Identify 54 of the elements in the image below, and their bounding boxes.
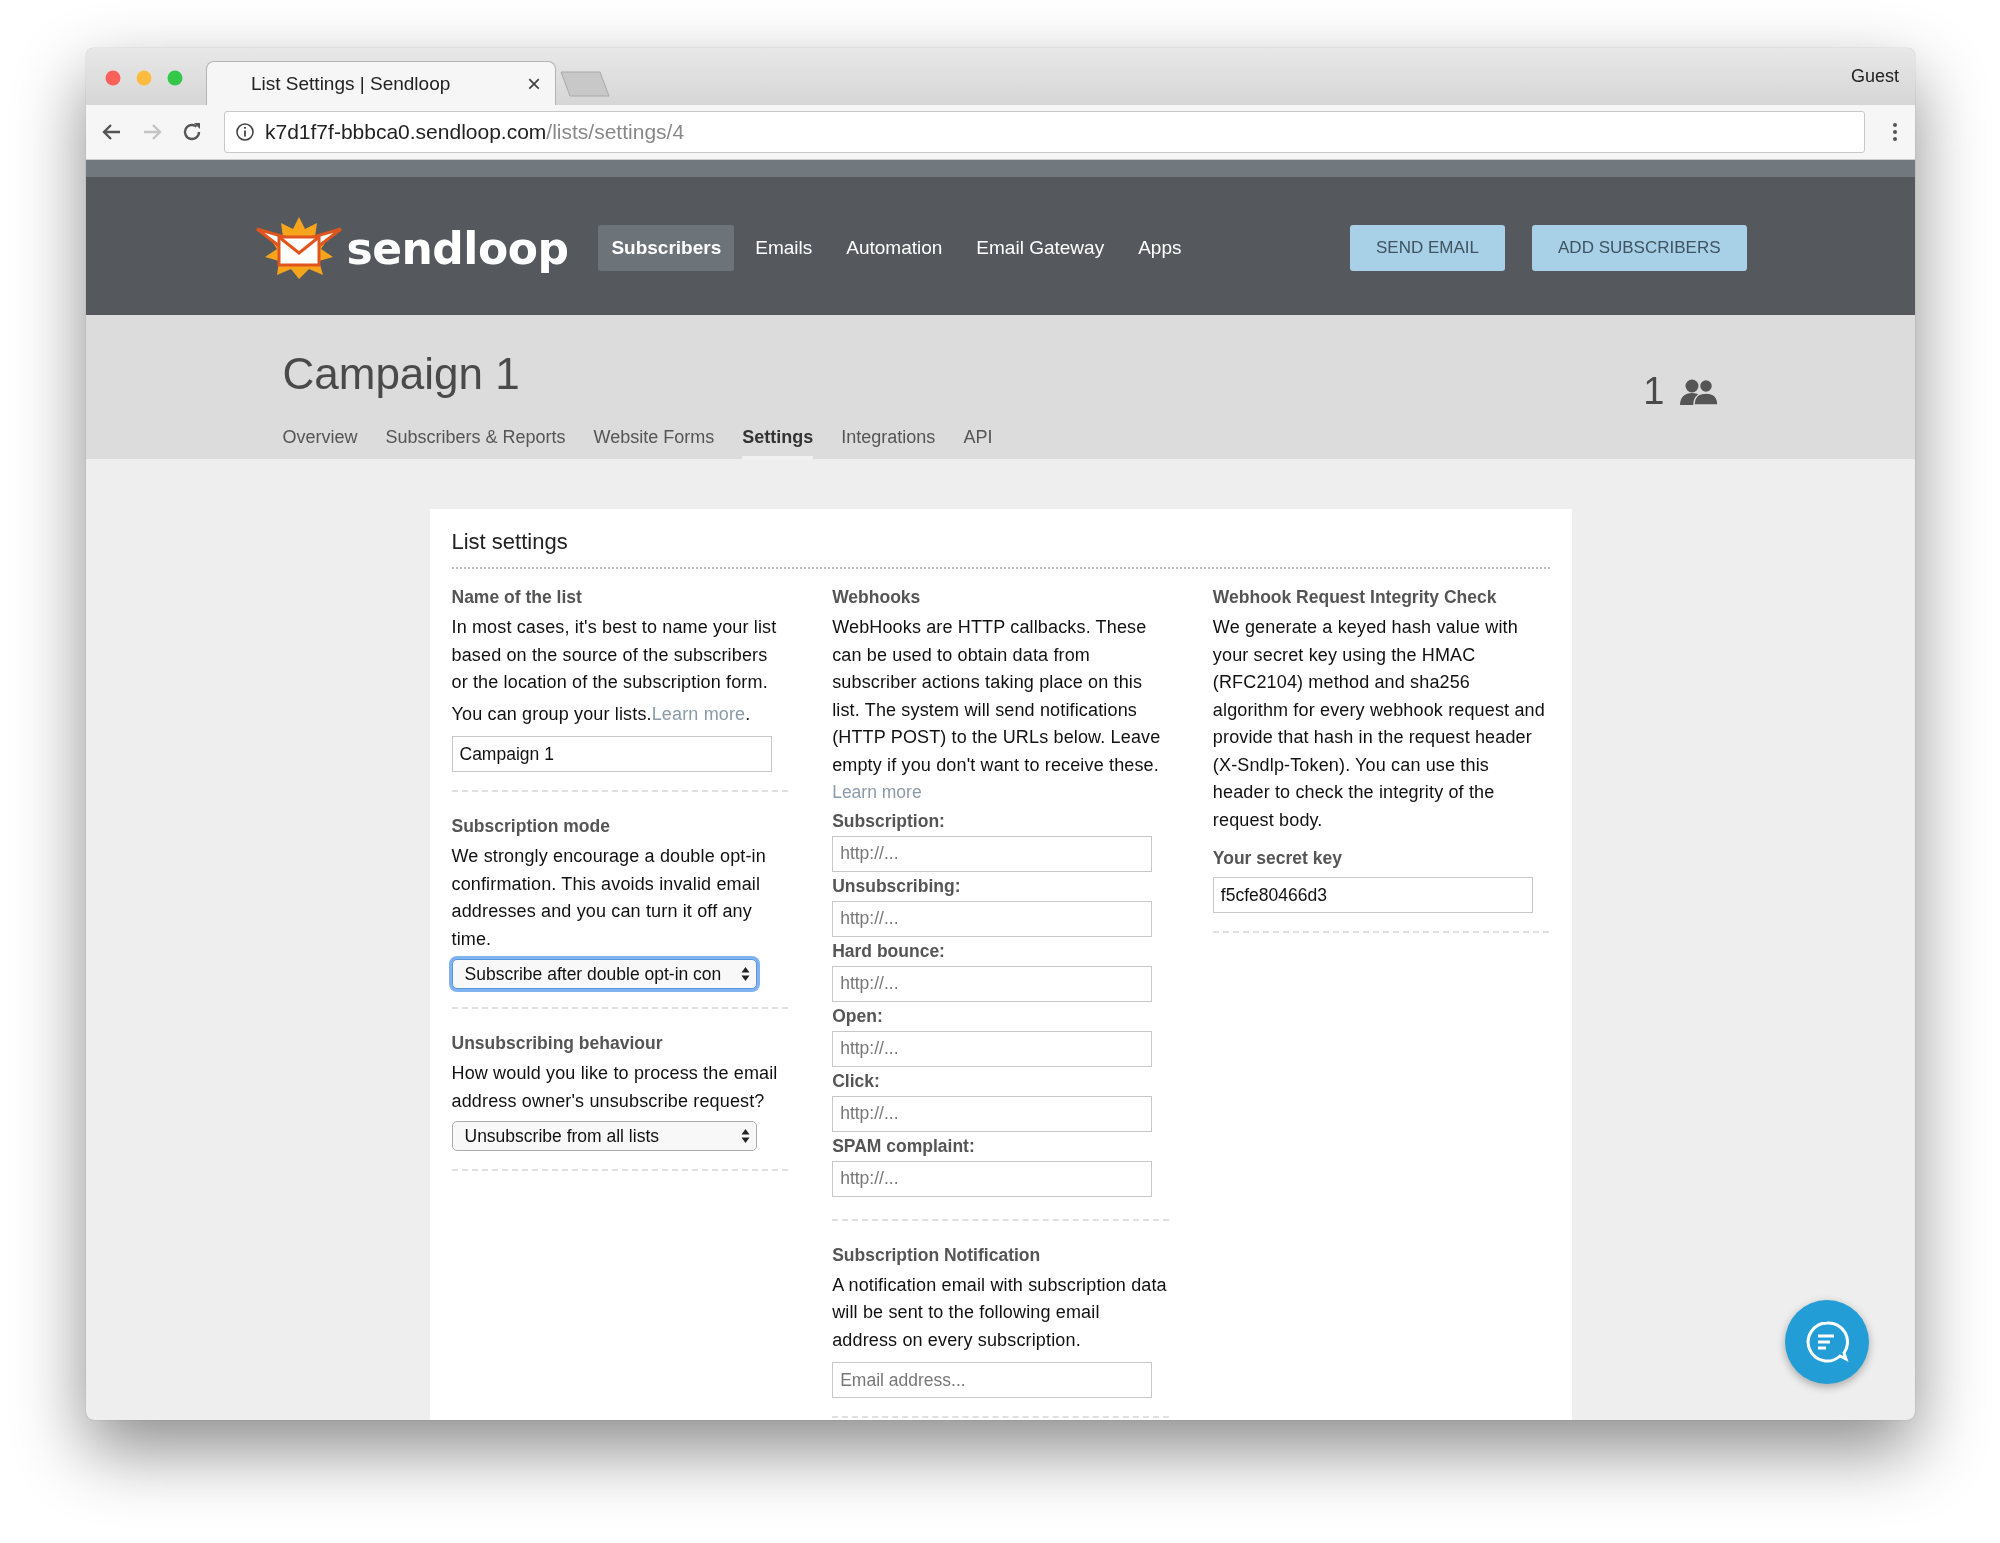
- address-field[interactable]: k7d1f7f-bbbca0.sendloop.com/lists/settings/4: [224, 111, 1865, 153]
- nav-link[interactable]: Emails: [742, 225, 826, 271]
- group-hint: You can group your lists.Learn more.: [451, 702, 752, 726]
- nav-link[interactable]: Apps: [1125, 225, 1195, 271]
- url-text: k7d1f7f-bbbca0.sendloop.com/lists/settings/4: [265, 120, 685, 144]
- tab-title: List Settings | Sendloop: [251, 72, 451, 95]
- list-tab[interactable]: Subscribers & Reports: [385, 427, 566, 460]
- section-heading: Unsubscribing behaviour: [451, 1033, 664, 1054]
- field-label: SPAM complaint:: [832, 1135, 976, 1157]
- email-address-field[interactable]: Email address...: [832, 1362, 1153, 1398]
- logo-text[interactable]: sendloop: [346, 222, 569, 274]
- section-description: How would you like to process the email address owner's unsubscribe request?: [451, 1062, 779, 1113]
- section-heading: Name of the list: [451, 587, 583, 608]
- list-tab[interactable]: Settings: [742, 427, 814, 460]
- nav-link[interactable]: Automation: [833, 225, 956, 271]
- webhook-url-field[interactable]: http://...: [832, 1095, 1153, 1132]
- section-heading: Webhook Request Integrity Check: [1212, 587, 1498, 608]
- field-label: Unsubscribing:: [832, 875, 962, 897]
- nav-link[interactable]: Subscribers: [598, 225, 735, 271]
- webhook-url-field[interactable]: http://...: [832, 900, 1153, 937]
- card-title: List settings: [451, 529, 1550, 569]
- section-description: A notification email with subscription data will be sent to the following email address on every subscription.: [832, 1273, 1168, 1352]
- field-label: Hard bounce:: [832, 940, 946, 962]
- webhook-url-field[interactable]: http://...: [832, 965, 1153, 1002]
- section-heading: Subscription mode: [451, 816, 611, 837]
- browser-tab[interactable]: List Settings | Sendloop ×: [206, 61, 556, 105]
- subscription-mode-dropdown[interactable]: Subscribe after double opt-in con: [451, 959, 757, 989]
- field-label: Your secret key: [1212, 848, 1343, 869]
- webhook-url-field[interactable]: http://...: [832, 835, 1153, 872]
- field-label: Subscription:: [832, 810, 946, 832]
- field-label: Click:: [832, 1070, 881, 1092]
- header-action-button[interactable]: SEND EMAIL: [1350, 225, 1505, 271]
- subscriber-count: 1: [1643, 370, 1665, 413]
- tab-close-button[interactable]: ×: [527, 69, 541, 98]
- section-heading: Webhooks: [832, 587, 922, 608]
- list-tab[interactable]: Integrations: [841, 427, 936, 460]
- list-tab[interactable]: Website Forms: [593, 427, 715, 460]
- list-title: Campaign 1: [282, 349, 520, 399]
- section-description: We strongly encourage a double opt-in confirmation. This avoids invalid email addresses and you can turn it off any time.: [451, 845, 767, 951]
- section-description: In most cases, it's best to name your list based on the source of the subscribers or the location of the subscription form.: [451, 616, 778, 694]
- webhook-url-field[interactable]: http://...: [832, 1030, 1153, 1067]
- list-tab[interactable]: Overview: [282, 427, 358, 460]
- section-heading: Subscription Notification: [832, 1244, 1042, 1266]
- list-tab[interactable]: API: [963, 427, 993, 460]
- section-description: WebHooks are HTTP callbacks. These can be used to obtain data from subscriber actions taking place on this list. The system will send notifications (HTTP POST) to the URLs below. Leave empty if you don't want to receive these.: [832, 616, 1162, 777]
- secret-key-field[interactable]: f5cfe80466d3: [1212, 877, 1533, 913]
- unsubscribe-behaviour-dropdown[interactable]: Unsubscribe from all lists: [451, 1121, 757, 1151]
- header-action-button[interactable]: ADD SUBSCRIBERS: [1532, 225, 1747, 271]
- nav-link[interactable]: Email Gateway: [963, 225, 1118, 271]
- field-label: Open:: [832, 1005, 884, 1027]
- list-name-field[interactable]: Campaign 1: [451, 736, 772, 772]
- section-description: We generate a keyed hash value with your secret key using the HMAC (RFC2104) method and sha256 algorithm for every webhook request and provide that hash in the request header (X-Sndlp-Token). You can use this header to check the integrity of the request body.: [1212, 616, 1546, 832]
- webhook-url-field[interactable]: http://...: [832, 1160, 1153, 1197]
- profile-name[interactable]: Guest: [1850, 66, 1899, 87]
